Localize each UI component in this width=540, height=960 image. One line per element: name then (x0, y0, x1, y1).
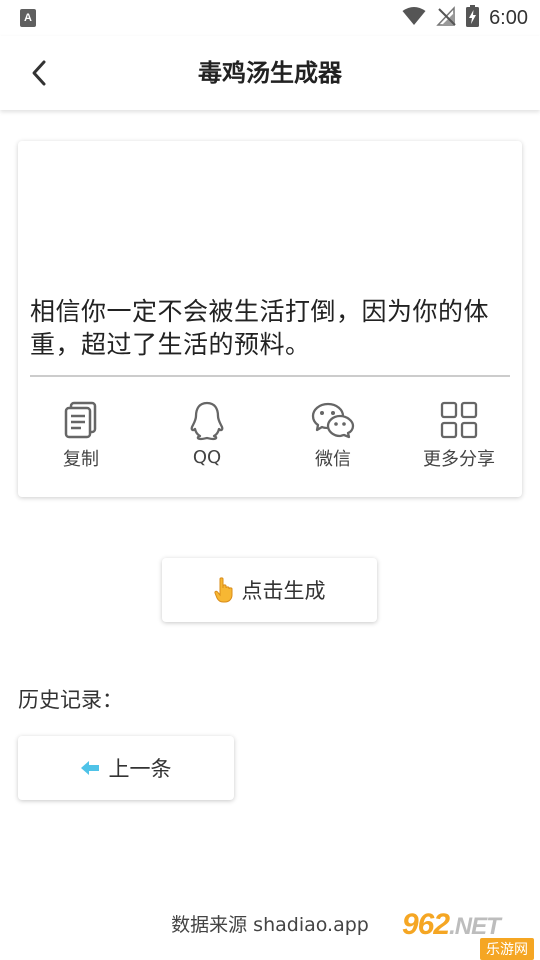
copy-icon (64, 401, 97, 439)
arrow-left-icon (80, 761, 99, 775)
no-signal-icon (436, 6, 456, 30)
share-actions: 复制 QQ 微信 更多分享 (18, 391, 522, 481)
status-time: 6:00 (489, 6, 528, 29)
quote-text: 相信你一定不会被生活打倒，因为你的体重，超过了生活的预料。 (30, 297, 490, 359)
previous-label: 上一条 (108, 757, 172, 781)
pointing-hand-icon (213, 577, 232, 603)
quote-card: 相信你一定不会被生活打倒，因为你的体重，超过了生活的预料。 复制 QQ 微信 更… (18, 141, 522, 497)
status-icons: 6:00 (402, 0, 528, 36)
history-title: 历史记录： (18, 688, 123, 712)
status-app-badge: A (20, 9, 36, 27)
previous-button[interactable]: 上一条 (18, 736, 234, 800)
back-button[interactable] (18, 52, 60, 94)
watermark-site: 乐游网 (480, 938, 534, 960)
generate-button[interactable]: 点击生成 (162, 558, 377, 622)
wechat-share-button[interactable]: 微信 (270, 391, 396, 481)
wifi-icon (402, 6, 426, 30)
qq-label: QQ (192, 447, 222, 468)
grid-icon (440, 401, 478, 439)
watermark-logo: 962.NET 乐游网 (402, 910, 534, 960)
copy-button[interactable]: 复制 (18, 391, 144, 481)
battery-charging-icon (466, 5, 480, 31)
generate-label: 点击生成 (241, 579, 326, 603)
app-bar: 毒鸡汤生成器 (0, 36, 540, 110)
status-bar: A 6:00 (0, 0, 540, 36)
qq-icon (190, 401, 224, 441)
qq-share-button[interactable]: QQ (144, 391, 270, 481)
wechat-label: 微信 (315, 449, 351, 470)
wechat-icon (311, 402, 355, 439)
chevron-left-icon (32, 60, 46, 86)
card-divider (30, 375, 510, 377)
page-title: 毒鸡汤生成器 (198, 59, 342, 87)
copy-label: 复制 (63, 449, 99, 470)
more-share-button[interactable]: 更多分享 (396, 391, 522, 481)
more-share-label: 更多分享 (423, 449, 495, 470)
